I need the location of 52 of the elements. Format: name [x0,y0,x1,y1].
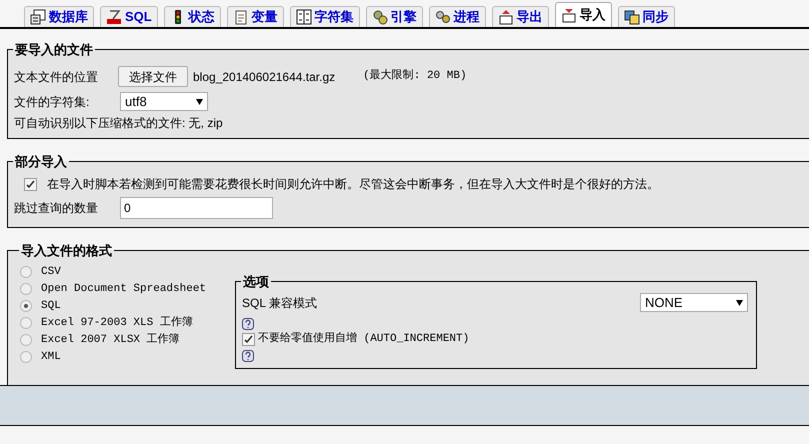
tab[interactable]: SQL [100,6,158,27]
field-label: 文件的字符集: [14,94,90,110]
caret-icon [736,300,743,306]
charset-icon [296,9,312,25]
radio-button[interactable] [20,351,32,363]
radio-label: Excel 2007 XLSX 工作簿 [41,332,180,348]
compat-mode-select[interactable]: NONE [640,293,748,312]
radio-button[interactable] [20,334,32,346]
field-label: SQL 兼容模式 [242,294,317,312]
choose-file-button[interactable]: 选择文件 [118,66,188,87]
tab[interactable]: 导出 [492,6,549,27]
radio-button[interactable] [20,300,32,312]
help-icon[interactable] [242,318,254,330]
tab[interactable]: 数据库 [24,6,94,27]
database-icon [30,9,46,25]
compression-note: 可自动识别以下压缩格式的文件: 无, zip [14,114,224,132]
tab[interactable]: 进程 [428,6,486,27]
field-label: 跳过查询的数量 [14,200,99,217]
section-title: 要导入的文件 [14,41,94,59]
radio-label: CSV [41,264,61,280]
radio-label: SQL [41,298,61,314]
tab[interactable]: 导入 [554,2,612,27]
radio-button[interactable] [20,317,32,329]
section-title: 部分导入 [14,152,68,170]
tab[interactable]: 状态 [164,6,221,27]
tab[interactable]: 引擎 [366,6,423,27]
size-limit: (最大限制: 20 MB) [363,68,467,84]
section-title: 选项 [242,272,270,290]
file-name: blog_201406021644.tar.gz [193,68,336,86]
charset-select[interactable]: utf8 [120,92,208,111]
tab[interactable]: 同步 [618,6,675,27]
field-label: 文本文件的位置 [14,68,99,86]
tab[interactable]: 字符集 [290,6,360,27]
radio-button[interactable] [20,266,32,278]
tab[interactable]: 变量 [226,6,284,27]
help-icon[interactable] [242,350,254,362]
skip-count-field[interactable]: 0 [120,197,273,219]
radio-label: Excel 97-2003 XLS 工作簿 [41,315,193,331]
radio-label: XML [41,350,61,365]
caret-icon [196,98,203,104]
sql-icon [106,9,122,25]
checkbox[interactable] [242,332,255,346]
checkbox[interactable] [24,178,37,190]
checkbox-label: 不要给零值使用自增 (AUTO_INCREMENT) [258,331,470,347]
radio-button[interactable] [20,283,32,295]
section-title: 导入文件的格式 [20,242,113,260]
radio-label: Open Document Spreadsheet [41,282,206,297]
checkbox-label: 在导入时脚本若检测到可能需要花费很长时间则允许中断。尽管这会中断事务，但在导入大文件时是个很好的方法。 [47,176,659,193]
export-icon [498,9,514,25]
import-icon [560,7,577,23]
notepad-icon [232,9,249,25]
sync-icon [624,9,640,25]
